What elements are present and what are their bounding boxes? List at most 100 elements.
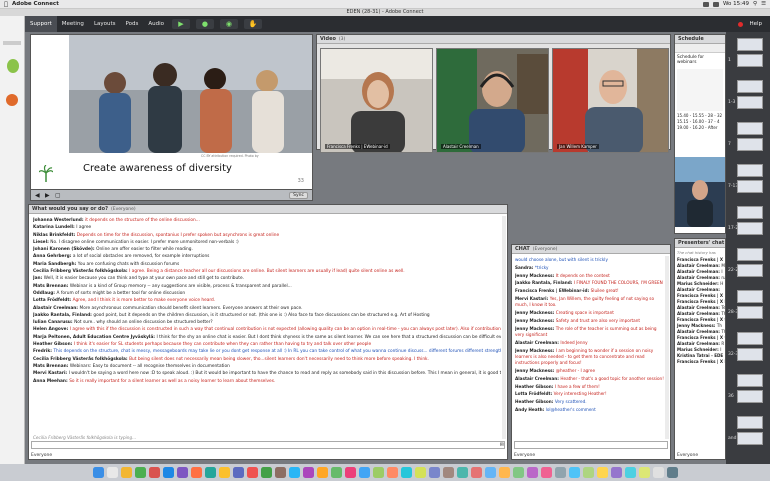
dock-app-icon[interactable] bbox=[484, 467, 496, 478]
slide-thumbnail[interactable] bbox=[737, 164, 763, 177]
dock-app-icon[interactable] bbox=[190, 467, 202, 478]
slide-thumbnail[interactable] bbox=[737, 122, 763, 135]
dock-app-icon[interactable] bbox=[274, 467, 286, 478]
menu-pods[interactable]: Pods bbox=[121, 16, 144, 32]
dock-app-icon[interactable] bbox=[134, 467, 146, 478]
dock-app-icon[interactable] bbox=[666, 467, 678, 478]
dock-app-icon[interactable] bbox=[582, 467, 594, 478]
slide-thumbnail[interactable] bbox=[737, 290, 763, 303]
menu-support[interactable]: Support bbox=[25, 16, 57, 32]
dock-app-icon[interactable] bbox=[246, 467, 258, 478]
dock-app-icon[interactable] bbox=[302, 467, 314, 478]
record-indicator-icon[interactable] bbox=[738, 21, 744, 27]
slide-thumbnail[interactable] bbox=[737, 138, 763, 151]
dock-app-icon[interactable] bbox=[498, 467, 510, 478]
dock-app-icon[interactable] bbox=[456, 467, 468, 478]
slide-thumbnail[interactable] bbox=[737, 306, 763, 319]
microphone-icon[interactable]: ● bbox=[195, 19, 214, 29]
slide-thumbnail[interactable] bbox=[737, 180, 763, 193]
side-chat-input[interactable] bbox=[514, 441, 668, 449]
dock-app-icon[interactable] bbox=[638, 467, 650, 478]
fullscreen-icon[interactable]: ▢ bbox=[55, 192, 61, 199]
slide-thumbnail[interactable] bbox=[737, 54, 763, 67]
side-chat-audience-select[interactable]: Everyone bbox=[514, 453, 535, 458]
main-chat-input[interactable] bbox=[31, 441, 505, 449]
slide-thumbnail[interactable] bbox=[737, 332, 763, 345]
dock-app-icon[interactable] bbox=[288, 467, 300, 478]
presenters-audience-select[interactable]: Everyone bbox=[677, 453, 698, 458]
sync-button[interactable]: Sync bbox=[289, 192, 308, 199]
dock-app-icon[interactable] bbox=[372, 467, 384, 478]
dock-app-icon[interactable] bbox=[218, 467, 230, 478]
video-pod: Video (3) Francisca Frenks | EWebinar-id… bbox=[316, 34, 671, 153]
menu-meeting[interactable]: Meeting bbox=[57, 16, 89, 32]
dock-app-icon[interactable] bbox=[232, 467, 244, 478]
dock-app-icon[interactable] bbox=[596, 467, 608, 478]
slide-thumbnail[interactable] bbox=[737, 38, 763, 51]
prev-slide-icon[interactable]: ◀ bbox=[35, 192, 40, 199]
slide-thumbnail[interactable] bbox=[737, 416, 763, 429]
slide-thumbnail[interactable] bbox=[737, 390, 763, 403]
slide-thumbnail[interactable] bbox=[737, 206, 763, 219]
dock-app-icon[interactable] bbox=[358, 467, 370, 478]
dock-app-icon[interactable] bbox=[610, 467, 622, 478]
dock-app-icon[interactable] bbox=[568, 467, 580, 478]
mac-app-name[interactable]: Adobe Connect bbox=[12, 1, 59, 7]
raise-hand-icon[interactable]: ✋ bbox=[243, 19, 262, 29]
menu-layouts[interactable]: Layouts bbox=[89, 16, 121, 32]
dock-app-icon[interactable] bbox=[92, 467, 104, 478]
menu-icon[interactable]: ☰ bbox=[761, 1, 766, 7]
dock-app-icon[interactable] bbox=[512, 467, 524, 478]
battery-icon[interactable] bbox=[712, 1, 719, 7]
video-tile-1[interactable]: Francisca Frenks | EWebinar-id bbox=[320, 48, 433, 153]
dock-app-icon[interactable] bbox=[428, 467, 440, 478]
dock-app-icon[interactable] bbox=[526, 467, 538, 478]
video-tile-2[interactable]: Alastair Creelman bbox=[436, 48, 549, 153]
dock-app-icon[interactable] bbox=[260, 467, 272, 478]
browser-tab[interactable] bbox=[3, 41, 21, 45]
dock-app-icon[interactable] bbox=[386, 467, 398, 478]
dock-app-icon[interactable] bbox=[624, 467, 636, 478]
dock-app-icon[interactable] bbox=[344, 467, 356, 478]
dock-app-icon[interactable] bbox=[204, 467, 216, 478]
webcam-icon[interactable]: ◉ bbox=[219, 19, 238, 29]
chat-message-author: Andy Heath: bbox=[515, 406, 546, 412]
slide-thumbnail[interactable] bbox=[737, 264, 763, 277]
dock-app-icon[interactable] bbox=[540, 467, 552, 478]
slide-thumbnail[interactable] bbox=[737, 222, 763, 235]
help-menu[interactable]: Help bbox=[749, 21, 762, 27]
dock-app-icon[interactable] bbox=[554, 467, 566, 478]
dock-app-icon[interactable] bbox=[330, 467, 342, 478]
schedule-toolbar[interactable] bbox=[675, 44, 725, 53]
dock-app-icon[interactable] bbox=[162, 467, 174, 478]
search-icon[interactable]: ⚲ bbox=[753, 1, 757, 7]
next-slide-icon[interactable]: ▶ bbox=[45, 192, 50, 199]
side-chat-scrollbar[interactable] bbox=[665, 256, 669, 439]
slide-thumbnail[interactable] bbox=[737, 432, 763, 445]
slide-thumbnail[interactable] bbox=[737, 248, 763, 261]
video-tile-3[interactable]: Jan Willem Kamper bbox=[552, 48, 669, 153]
slide-thumbnail[interactable] bbox=[737, 374, 763, 387]
dock-app-icon[interactable] bbox=[316, 467, 328, 478]
clock[interactable]: Wo 15:49 bbox=[723, 1, 749, 7]
speaker-icon[interactable]: ▶ bbox=[171, 19, 190, 29]
slide-thumbnail[interactable] bbox=[737, 96, 763, 109]
dock-app-icon[interactable] bbox=[652, 467, 664, 478]
chat-message-author: Jenny Mackness: bbox=[515, 367, 556, 373]
dock-app-icon[interactable] bbox=[400, 467, 412, 478]
dock-app-icon[interactable] bbox=[120, 467, 132, 478]
send-icon[interactable]: ✉ bbox=[500, 442, 504, 448]
slide-thumbnail[interactable] bbox=[737, 348, 763, 361]
slide-thumbnail[interactable] bbox=[737, 80, 763, 93]
main-chat-scrollbar[interactable] bbox=[502, 216, 506, 439]
wifi-icon[interactable] bbox=[702, 1, 709, 7]
dock-app-icon[interactable] bbox=[414, 467, 426, 478]
dock-app-icon[interactable] bbox=[442, 467, 454, 478]
apple-icon[interactable]:  bbox=[0, 1, 12, 8]
dock-app-icon[interactable] bbox=[176, 467, 188, 478]
menu-audio[interactable]: Audio bbox=[143, 16, 169, 32]
main-chat-audience-select[interactable]: Everyone bbox=[31, 453, 52, 458]
dock-app-icon[interactable] bbox=[470, 467, 482, 478]
dock-app-icon[interactable] bbox=[106, 467, 118, 478]
dock-app-icon[interactable] bbox=[148, 467, 160, 478]
